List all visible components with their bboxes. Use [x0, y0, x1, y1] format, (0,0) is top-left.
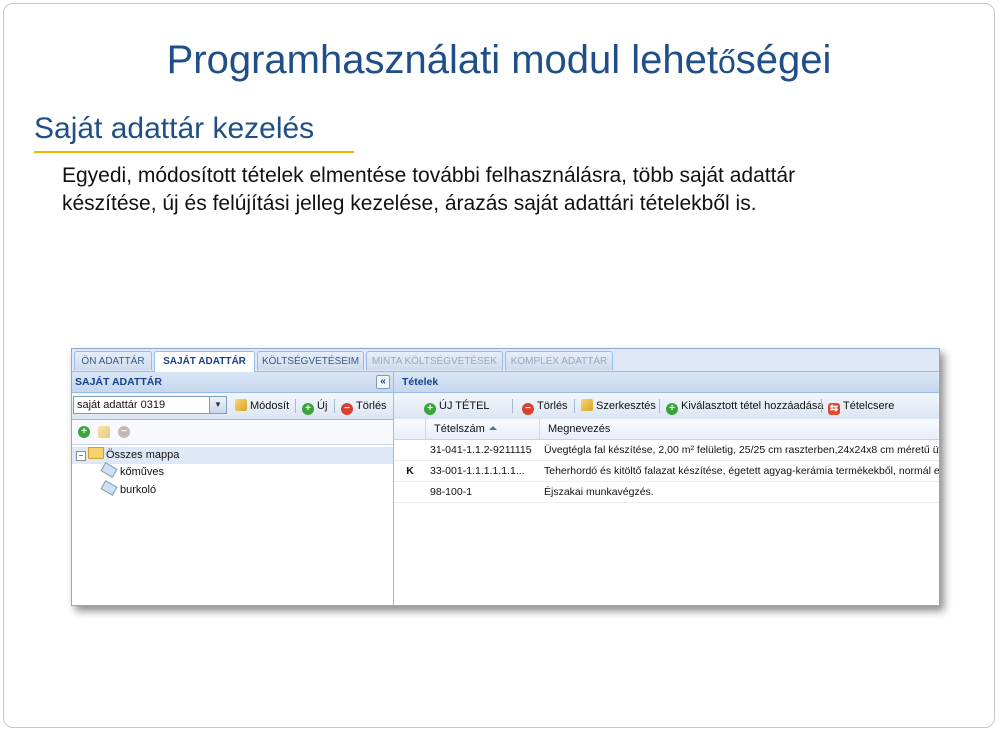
body-line-1: Egyedi, módosított tételek elmentése tov… [62, 164, 796, 187]
right-panel: Tételek + ÚJ TÉTEL − Törlés Szerkesztés + K… [394, 372, 939, 605]
items-toolbar: + ÚJ TÉTEL − Törlés Szerkesztés + Kiválaszt… [394, 393, 939, 420]
repo-select-value: saját adattár 0319 [77, 399, 166, 411]
add-icon: + [424, 403, 436, 415]
tab-minta-koltsegvetesek: MINTA KÖLTSÉGVETÉSEK [366, 351, 503, 370]
row-code: 31-041-1.1.2-9211115 [430, 444, 532, 456]
modify-button[interactable]: Módosít [235, 398, 289, 414]
delete-folder-icon[interactable]: − [118, 426, 130, 438]
new-item-button[interactable]: + ÚJ TÉTEL [424, 398, 490, 415]
grid-header-code[interactable]: Tételszám [426, 419, 540, 439]
edit-folder-icon[interactable] [98, 426, 110, 438]
table-row[interactable]: 31-041-1.1.2-9211115 Üvegtégla fal készí… [394, 440, 939, 461]
table-row[interactable]: K 33-001-1.1.1.1.1.1... Teherhordó és ki… [394, 461, 939, 482]
section-underline [34, 151, 354, 153]
grid-header-name[interactable]: Megnevezés [540, 419, 939, 439]
tab-komplex-adattar: KOMPLEX ADATTÁR [505, 351, 613, 370]
pencil-icon [235, 399, 247, 411]
add-icon: + [666, 403, 678, 415]
row-code: 98-100-1 [430, 486, 473, 498]
row-flag: K [406, 465, 414, 477]
right-panel-title: Tételek [402, 376, 439, 388]
tag-icon [100, 462, 118, 478]
left-toolbar: saját adattár 0319 ▼ Módosít + Új − Törlés [72, 393, 393, 420]
swap-icon: ⇆ [828, 403, 840, 415]
toolbar-separator [295, 399, 296, 413]
toolbar-separator [659, 399, 660, 413]
add-selected-item-button[interactable]: + Kiválasztott tétel hozzáadása [666, 398, 823, 415]
chevron-down-icon[interactable]: ▼ [209, 397, 226, 413]
row-name: Teherhordó és kitöltő falazat készítése,… [544, 465, 939, 477]
tab-koltsegveteseim[interactable]: KÖLTSÉGVETÉSEIM [257, 351, 364, 370]
delete-repo-button[interactable]: − Törlés [341, 398, 387, 415]
toolbar-separator [574, 399, 575, 413]
app-screenshot: ÖN ADATTÁR SAJÁT ADATTÁR KÖLTSÉGVETÉSEIM… [71, 348, 940, 606]
right-panel-header: Tételek [394, 372, 939, 393]
edit-item-button[interactable]: Szerkesztés [581, 398, 656, 414]
tab-on-adattar[interactable]: ÖN ADATTÁR [74, 351, 152, 370]
tab-bar: ÖN ADATTÁR SAJÁT ADATTÁR KÖLTSÉGVETÉSEIM… [72, 349, 939, 372]
table-row[interactable]: 98-100-1 Éjszakai munkavégzés. [394, 482, 939, 503]
slide-title: Programhasználati modul lehetőségei [166, 38, 832, 82]
collapse-tree-icon[interactable]: − [76, 451, 86, 461]
replace-item-button[interactable]: ⇆ Tételcsere [828, 398, 894, 415]
toolbar-separator [512, 399, 513, 413]
delete-icon: − [341, 403, 353, 415]
section-title: Saját adattár kezelés [34, 112, 315, 145]
tag-icon [100, 480, 118, 496]
body-line-2: készítése, új és felújítási jelleg kezel… [62, 192, 757, 215]
left-panel: SAJÁT ADATTÁR « saját adattár 0319 ▼ Mód… [72, 372, 394, 605]
body-text: Egyedi, módosított tételek elmentése tov… [62, 162, 942, 218]
row-name: Üvegtégla fal készítése, 2,00 m² felület… [544, 444, 939, 456]
add-icon: + [302, 403, 314, 415]
tree-item-komuves[interactable]: kőműves [100, 462, 164, 481]
delete-item-button[interactable]: − Törlés [522, 398, 568, 415]
tree-toolbar: + − [72, 420, 393, 445]
toolbar-separator [334, 399, 335, 413]
slide-frame: Programhasználati modul lehetőségei Sajá… [3, 3, 995, 728]
pencil-icon [581, 399, 593, 411]
row-name: Éjszakai munkavégzés. [544, 486, 654, 498]
toolbar-separator [821, 399, 822, 413]
sort-asc-icon [488, 426, 497, 430]
tab-sajat-adattar[interactable]: SAJÁT ADATTÁR [154, 351, 255, 372]
collapse-icon[interactable]: « [376, 375, 390, 389]
left-panel-title: SAJÁT ADATTÁR [75, 376, 162, 388]
left-panel-header: SAJÁT ADATTÁR « [72, 372, 393, 393]
tree-item-burkolo[interactable]: burkoló [100, 480, 156, 499]
grid-header-flag [394, 419, 426, 439]
repo-select[interactable]: saját adattár 0319 ▼ [73, 396, 227, 414]
grid-header: Tételszám Megnevezés [394, 419, 939, 440]
new-repo-button[interactable]: + Új [302, 398, 327, 415]
delete-icon: − [522, 403, 534, 415]
folder-icon [88, 447, 104, 459]
add-folder-icon[interactable]: + [78, 426, 90, 438]
row-code: 33-001-1.1.1.1.1.1... [430, 465, 525, 477]
tree-root-folder[interactable]: − Összes mappa [72, 447, 393, 464]
